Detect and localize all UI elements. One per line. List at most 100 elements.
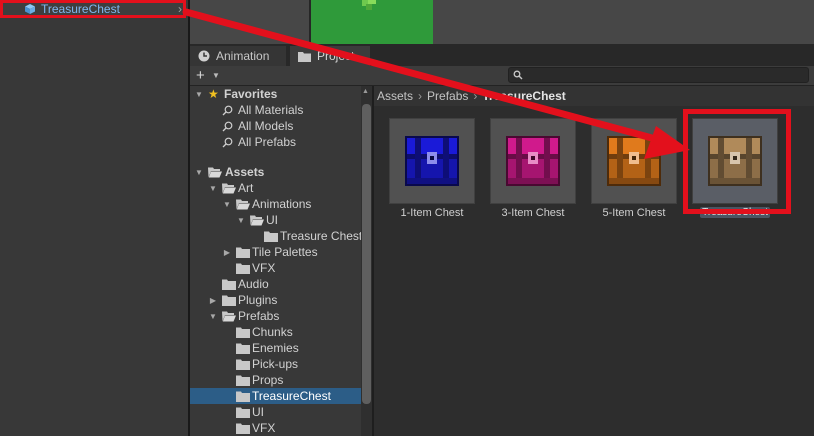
tree-folder-vfx-art[interactable]: VFX [190, 260, 362, 276]
tab-animation-label: Animation [216, 49, 270, 63]
clock-icon [198, 50, 210, 62]
tree-folder-ui-anim[interactable]: ▼ UI [190, 212, 362, 228]
tree-favorites[interactable]: ▼ ★ Favorites [190, 86, 362, 102]
tab-animation[interactable]: Animation [190, 46, 286, 66]
breadcrumb: Assets › Prefabs › TreasureChest [374, 86, 814, 106]
scene-view[interactable] [190, 0, 814, 44]
tree-folder-label: Chunks [252, 325, 293, 339]
chest-icon [405, 136, 459, 186]
folder-open-icon [208, 167, 222, 177]
tree-folder-label: Animations [252, 197, 312, 211]
tree-folder-audio[interactable]: Audio [190, 276, 362, 292]
chest-pixel [516, 138, 522, 184]
tree-item-label: All Materials [238, 103, 304, 117]
tree-scrollbar-thumb[interactable] [362, 104, 371, 404]
chest-pixel [407, 178, 457, 184]
folder-icon [236, 375, 250, 386]
expanded-arrow-icon[interactable]: ▼ [236, 216, 246, 225]
tree-folder-ui-prefabs[interactable]: UI [190, 404, 362, 420]
star-icon: ★ [208, 87, 219, 101]
tree-assets-label: Assets [225, 165, 265, 179]
chevron-right-icon: › [418, 89, 423, 103]
asset-thumbnail [490, 118, 576, 204]
folder-icon [236, 391, 250, 402]
folder-icon [236, 327, 250, 338]
asset-thumbnail [389, 118, 475, 204]
breadcrumb-current[interactable]: TreasureChest [482, 89, 565, 103]
tree-folder-vfx-prefabs[interactable]: VFX [190, 420, 362, 436]
collapsed-arrow-icon[interactable]: ▶ [208, 296, 218, 305]
folder-open-icon [222, 183, 236, 193]
tree-item-label: All Prefabs [238, 135, 297, 149]
tree-folder-plugins[interactable]: ▶ Plugins [190, 292, 362, 308]
search-input[interactable] [508, 67, 809, 83]
folder-icon [236, 343, 250, 354]
expanded-arrow-icon[interactable]: ▼ [222, 200, 232, 209]
tree-folder-label: Audio [238, 277, 269, 291]
asset-item-3-item-chest[interactable]: 3-Item Chest [489, 118, 577, 219]
tree-folder-pick-ups[interactable]: Pick-ups [190, 356, 362, 372]
folder-open-icon [250, 215, 264, 225]
tree-folder-props[interactable]: Props [190, 372, 362, 388]
tree-item-all-models[interactable]: All Models [190, 118, 362, 134]
tab-project-label: Project [317, 49, 355, 63]
chest-icon [607, 136, 661, 186]
breadcrumb-item[interactable]: Prefabs [427, 89, 468, 103]
chest-pixel [544, 138, 550, 184]
tree-folder-label: Pick-ups [252, 357, 299, 371]
tree-item-all-prefabs[interactable]: All Prefabs [190, 134, 362, 150]
asset-item-1-item-chest[interactable]: 1-Item Chest [388, 118, 476, 219]
tree-folder-enemies[interactable]: Enemies [190, 340, 362, 356]
search-icon [513, 70, 523, 80]
tree-folder-label: Tile Palettes [252, 245, 318, 259]
expanded-arrow-icon[interactable]: ▼ [208, 312, 218, 321]
folder-icon [222, 295, 236, 306]
search-icon [222, 105, 233, 115]
collapsed-arrow-icon[interactable]: ▶ [222, 248, 232, 257]
folder-icon [264, 231, 278, 242]
tree-folder-label: UI [266, 213, 278, 227]
folder-icon [236, 407, 250, 418]
unity-editor: TreasureChest › Animation Project + ▼ ▼ … [0, 0, 814, 436]
chest-pixel [632, 156, 636, 160]
chest-pixel [508, 178, 558, 184]
folder-open-icon [236, 199, 250, 209]
folder-icon [236, 247, 250, 258]
chest-pixel [430, 156, 434, 160]
tree-assets[interactable]: ▼ Assets [190, 164, 362, 180]
chest-pixel [617, 138, 623, 184]
tree-favorites-label: Favorites [224, 87, 278, 101]
tree-folder-label: TreasureChest [252, 389, 331, 403]
tree-folder-label: Plugins [238, 293, 278, 307]
breadcrumb-item[interactable]: Assets [377, 89, 413, 103]
chest-pixel [645, 138, 651, 184]
folder-icon [236, 423, 250, 434]
tab-project[interactable]: Project [290, 46, 370, 66]
scroll-up-arrow-icon[interactable]: ▲ [362, 88, 369, 95]
asset-thumbnail [591, 118, 677, 204]
scene-sprite [362, 0, 376, 10]
tree-folder-prefabs[interactable]: ▼ Prefabs [190, 308, 362, 324]
tree-folder-tile-palettes[interactable]: ▶ Tile Palettes [190, 244, 362, 260]
dropdown-arrow-icon[interactable]: ▼ [212, 71, 220, 80]
tree-folder-treasurechest[interactable]: TreasureChest [190, 388, 362, 404]
expanded-arrow-icon[interactable]: ▼ [208, 184, 218, 193]
tree-folder-chunks[interactable]: Chunks [190, 324, 362, 340]
folder-open-icon [222, 311, 236, 321]
tree-folder-treasure-chest-anim[interactable]: Treasure Chest [190, 228, 362, 244]
search-icon [222, 121, 233, 131]
tree-folder-label: VFX [252, 421, 276, 435]
asset-item-5-item-chest[interactable]: 5-Item Chest [590, 118, 678, 219]
folder-icon [222, 279, 236, 290]
tab-bar: Animation Project [190, 46, 814, 66]
plus-icon[interactable]: + [196, 67, 205, 84]
folder-tree: ▼ ★ Favorites All Materials All Models A… [190, 86, 372, 436]
tree-folder-label: VFX [252, 261, 276, 275]
tree-folder-art[interactable]: ▼ Art [190, 180, 362, 196]
expanded-arrow-icon[interactable]: ▼ [194, 168, 204, 177]
tree-item-all-materials[interactable]: All Materials [190, 102, 362, 118]
asset-name: 3-Item Chest [501, 207, 565, 219]
tree-folder-animations[interactable]: ▼ Animations [190, 196, 362, 212]
expanded-arrow-icon[interactable]: ▼ [194, 90, 204, 99]
tree-item-label: All Models [238, 119, 294, 133]
